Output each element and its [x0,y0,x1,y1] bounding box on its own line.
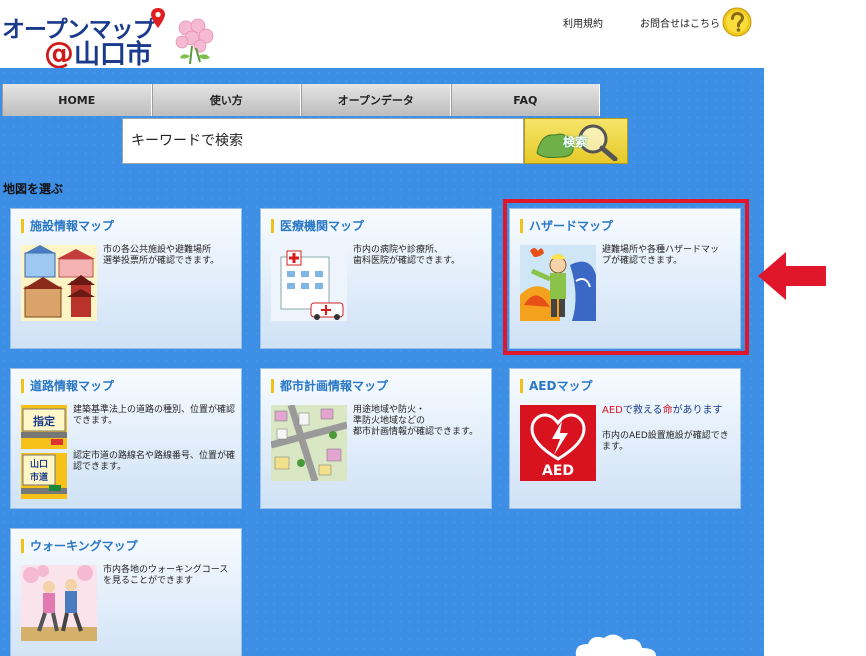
search-input[interactable] [122,118,524,164]
search-button-label: 検索 [563,135,588,149]
nav-faq[interactable]: FAQ [450,84,600,116]
flower-icon [175,18,214,65]
nav-open-data[interactable]: オープンデータ [301,84,451,116]
card-walking-map[interactable]: ウォーキングマップ 市内各地のウォーキングコースを見ることができます [10,528,242,656]
card-road-map[interactable]: 道路情報マップ 指定 山口 市道 建築基準法上の道路の種別、位置が確認できます。… [10,368,242,509]
logo-city-name: 山口市 [74,40,153,70]
nav-usage[interactable]: 使い方 [151,84,301,116]
aed-tag-mid: で救える [622,405,663,416]
site-logo[interactable]: オープンマップ @山口市 [2,6,217,71]
aed-icon-label: AED [542,463,574,479]
highlight-box [503,199,749,355]
nav-bar: HOME 使い方 オープンデータ FAQ [2,84,600,116]
card-desc: 市内の病院や診療所、 歯科医院が確認できます。 [353,245,461,266]
facility-icon [21,245,97,321]
arrow-left-icon [758,252,826,300]
walking-icon [21,565,97,641]
section-title: 地図を選ぶ [3,182,64,196]
main-area: HOME 使い方 オープンデータ FAQ 検索 地図を選ぶ 施設情報マップ [0,68,764,656]
aed-icon: AED [520,405,596,481]
contact-link[interactable]: お問合せはこちら ▸ [640,15,728,30]
aed-tag-suffix: があります [672,405,723,416]
nav-home[interactable]: HOME [2,84,152,116]
help-icon[interactable] [722,7,752,37]
card-title: 医療機関マップ [271,219,364,233]
cloud-decoration [575,634,656,656]
card-aed-map[interactable]: AEDマップ AED AEDで救える命があります 市内のAED設置施設が確認でき… [509,368,741,509]
hospital-icon [271,245,347,321]
card-desc: 市内のAED設置施設が確認できます。 [602,431,729,452]
road-sign-label-1: 指定 [33,414,55,428]
aed-tag-red: 命 [662,405,673,416]
card-title: ウォーキングマップ [21,539,138,553]
card-facility-map[interactable]: 施設情報マップ 市の各公共施設や避難場所 選挙投票所が確認できます。 [10,208,242,349]
card-title: AEDマップ [520,379,592,393]
logo-text-city: @山口市 [44,34,152,71]
road-sign-icon: 指定 山口 市道 [21,405,67,499]
card-desc-1: 建築基準法上の道路の種別、位置が確認できます。 [73,405,236,426]
road-sign-label-2a: 山口 [30,458,48,470]
card-desc: 市の各公共施設や避難場所 選挙投票所が確認できます。 [103,245,220,266]
card-title: 都市計画情報マップ [271,379,388,393]
card-desc-2: 認定市道の路線名や路線番号、位置が確認できます。 [73,451,236,472]
search-button[interactable]: 検索 [524,118,628,164]
page: オープンマップ @山口市 利用規約 お問合せはこちら ▸ HOME 使い方 オー… [0,0,866,656]
logo-at: @ [44,36,74,71]
aed-tag-prefix: AED [602,405,623,416]
card-desc: 市内各地のウォーキングコースを見ることができます [103,565,229,586]
card-urban-planning-map[interactable]: 都市計画情報マップ 用途地域や防火・ 準防火地域などの 都市計画情報が確認できま… [260,368,492,509]
card-title: 施設情報マップ [21,219,114,233]
card-title: 道路情報マップ [21,379,114,393]
road-sign-label-2b: 市道 [30,471,48,483]
terms-link[interactable]: 利用規約 [563,15,603,30]
aed-tagline: AEDで救える命があります [602,405,734,416]
card-desc: 用途地域や防火・ 準防火地域などの 都市計画情報が確認できます。 [353,405,479,437]
card-medical-map[interactable]: 医療機関マップ 市内の病院や診療所、 歯科医院が確認できます。 [260,208,492,349]
city-planning-icon [271,405,347,481]
map-pin-icon [151,8,165,28]
search-box: 検索 [122,118,628,164]
